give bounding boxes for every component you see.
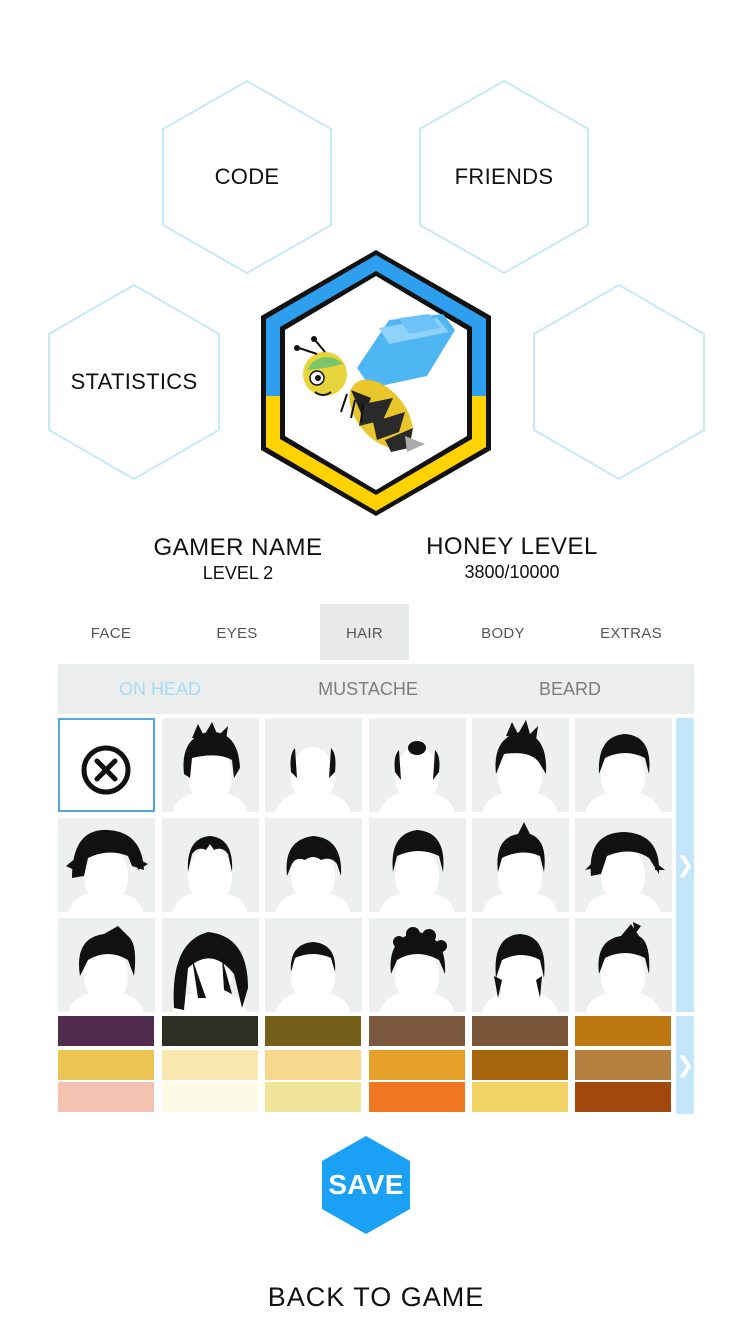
hair-color-swatch[interactable] <box>162 1082 258 1112</box>
tab-face[interactable]: FACE <box>58 604 164 660</box>
back-to-game-link[interactable]: BACK TO GAME <box>0 1282 752 1313</box>
subtab-on-head[interactable]: ON HEAD <box>88 664 232 714</box>
hair-style-option[interactable] <box>162 818 259 912</box>
spiky-hair-icon <box>482 720 558 812</box>
hair-style-option[interactable] <box>575 718 672 812</box>
none-icon <box>81 745 131 795</box>
subtab-beard[interactable]: BEARD <box>504 664 636 714</box>
avatar-hex[interactable] <box>259 248 493 518</box>
hair-color-swatch[interactable] <box>162 1016 258 1046</box>
hair-color-swatch[interactable] <box>265 1082 361 1112</box>
category-tabs: FACE EYES HAIR BODY EXTRAS <box>58 604 694 660</box>
shaggy-hair-icon <box>66 829 148 912</box>
swept-hair-icon <box>68 926 144 1012</box>
empty-hex-button[interactable] <box>533 284 705 480</box>
hair-style-option[interactable] <box>265 818 362 912</box>
hair-style-option[interactable] <box>472 718 569 812</box>
save-label: SAVE <box>328 1169 404 1200</box>
honey-block: HONEY LEVEL 3800/10000 <box>392 533 632 583</box>
colors-next-button[interactable]: ❯ <box>676 1016 694 1114</box>
hair-color-swatch[interactable] <box>369 1050 465 1080</box>
hair-color-swatch[interactable] <box>58 1082 154 1112</box>
hair-style-option[interactable] <box>369 718 466 812</box>
hair-style-option[interactable] <box>58 818 155 912</box>
receding-hair-icon <box>172 836 248 912</box>
tab-hair[interactable]: HAIR <box>320 604 409 660</box>
tab-body[interactable]: BODY <box>458 604 548 660</box>
sideburns-hair-icon <box>482 934 558 1012</box>
tab-eyes[interactable]: EYES <box>192 604 282 660</box>
hair-style-option[interactable] <box>58 918 155 1012</box>
gamer-name: GAMER NAME <box>153 534 323 561</box>
pompadour-hair-icon <box>379 830 455 912</box>
curly-hair-icon <box>379 927 455 1012</box>
hair-color-swatch[interactable] <box>575 1016 671 1046</box>
long-bob-hair-icon <box>172 932 248 1012</box>
subtab-mustache[interactable]: MUSTACHE <box>298 664 438 714</box>
hair-color-swatch[interactable] <box>575 1082 671 1112</box>
tab-extras[interactable]: EXTRAS <box>586 604 676 660</box>
hair-color-swatch[interactable] <box>369 1016 465 1046</box>
quiff-hair-icon <box>482 822 558 912</box>
messy-hair-icon <box>172 722 248 812</box>
hair-style-option[interactable] <box>369 818 466 912</box>
friends-label: FRIENDS <box>454 164 554 189</box>
buzz-cut-icon <box>275 942 351 1012</box>
hair-style-option[interactable] <box>58 718 155 812</box>
styles-next-button[interactable]: ❯ <box>676 718 694 1012</box>
hair-style-option[interactable] <box>472 918 569 1012</box>
gamer-level: LEVEL 2 <box>202 563 274 583</box>
hair-color-swatch[interactable] <box>58 1050 154 1080</box>
hair-subtabs: ON HEAD MUSTACHE BEARD <box>58 664 694 714</box>
wavy-hair-icon <box>275 836 351 912</box>
hair-color-swatch[interactable] <box>369 1082 465 1112</box>
hair-style-option[interactable] <box>265 718 362 812</box>
hair-color-swatch[interactable] <box>472 1082 568 1112</box>
hair-color-swatch[interactable] <box>265 1050 361 1080</box>
honey-label: HONEY LEVEL <box>426 533 598 560</box>
hair-style-option[interactable] <box>162 718 259 812</box>
hair-style-option[interactable] <box>575 818 672 912</box>
statistics-hex-button[interactable]: STATISTICS <box>48 284 220 480</box>
hair-style-option[interactable] <box>265 918 362 1012</box>
hair-color-swatch[interactable] <box>472 1050 568 1080</box>
chevron-right-icon: ❯ <box>676 1052 695 1077</box>
gamer-name-block: GAMER NAME LEVEL 2 <box>118 534 358 584</box>
hex-outline <box>533 284 705 480</box>
code-hex-button[interactable]: CODE <box>162 80 332 274</box>
friends-hex-button[interactable]: FRIENDS <box>419 80 589 274</box>
hair-color-swatch[interactable] <box>575 1050 671 1080</box>
hair-color-swatch[interactable] <box>162 1050 258 1080</box>
save-button[interactable]: SAVE <box>322 1136 410 1234</box>
code-label: CODE <box>214 164 280 189</box>
statistics-label: STATISTICS <box>70 369 198 394</box>
bald-sides-icon <box>275 747 351 812</box>
bee-icon <box>261 250 491 516</box>
side-part-hair-icon <box>585 734 661 812</box>
emo-hair-icon <box>585 832 665 912</box>
hair-style-option[interactable] <box>472 818 569 912</box>
hair-style-option[interactable] <box>575 918 672 1012</box>
hair-style-option[interactable] <box>369 918 466 1012</box>
hair-style-option[interactable] <box>162 918 259 1012</box>
chevron-right-icon: ❯ <box>676 852 695 877</box>
honey-value: 3800/10000 <box>464 562 560 582</box>
hair-color-swatch[interactable] <box>472 1016 568 1046</box>
hair-color-swatch[interactable] <box>265 1016 361 1046</box>
faux-hawk-icon <box>585 922 661 1012</box>
bald-top-icon <box>379 741 455 812</box>
hair-color-swatch[interactable] <box>58 1016 154 1046</box>
